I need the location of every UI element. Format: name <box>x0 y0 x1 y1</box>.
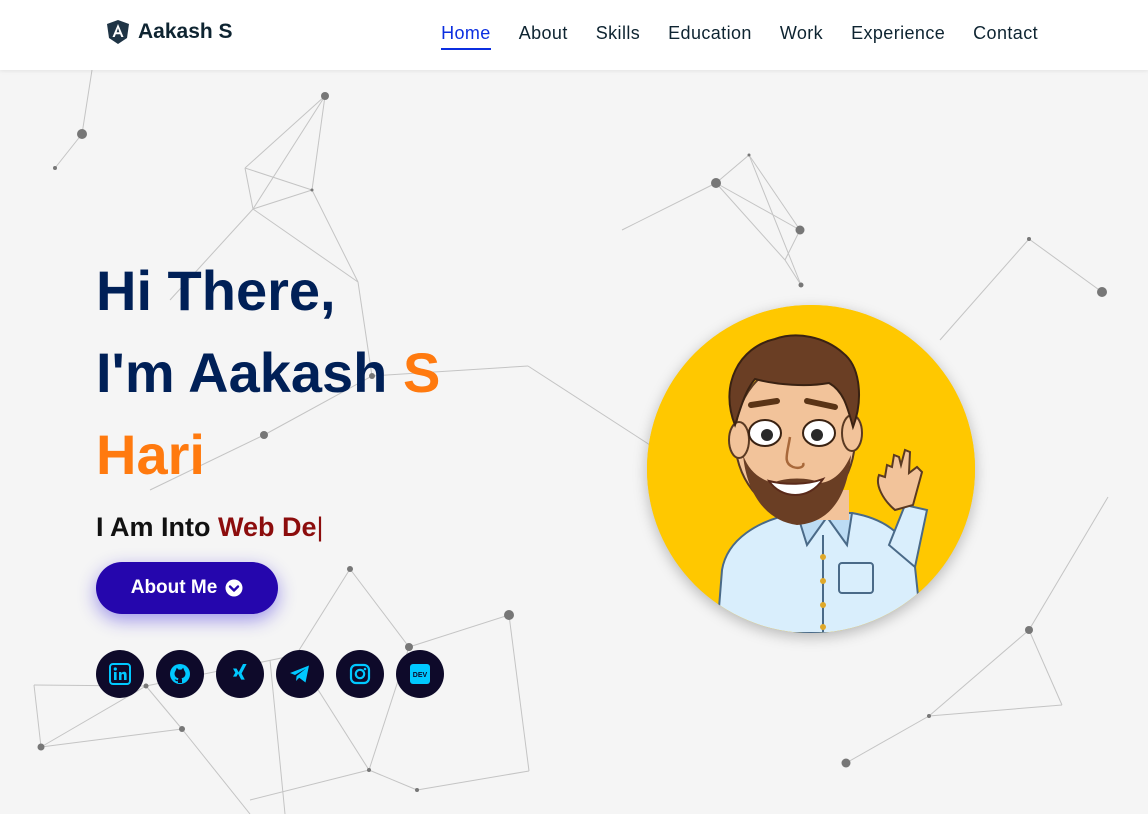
nav-link-work[interactable]: Work <box>780 23 823 50</box>
dev-icon: DEV <box>410 664 430 684</box>
typed-prefix: I Am Into <box>96 512 218 542</box>
brand-name: Aakash S <box>138 20 233 43</box>
arrow-down-circle-icon <box>225 579 243 597</box>
xing-icon <box>233 664 247 680</box>
avatar-image <box>647 305 975 633</box>
angular-icon <box>107 20 129 44</box>
xing-link[interactable] <box>216 650 264 698</box>
linkedin-icon <box>109 663 131 685</box>
github-icon <box>170 664 190 684</box>
typed-cursor: | <box>316 512 324 542</box>
telegram-link[interactable] <box>276 650 324 698</box>
instagram-link[interactable] <box>336 650 384 698</box>
about-me-label: About Me <box>130 577 218 598</box>
hero-intro: I'm Aakash S <box>96 332 440 414</box>
telegram-icon <box>290 665 309 683</box>
linkedin-link[interactable] <box>96 650 144 698</box>
hero-intro-accent: S <box>402 341 441 404</box>
nav-link-experience[interactable]: Experience <box>851 23 945 50</box>
nav-link-home[interactable]: Home <box>441 23 491 50</box>
hero-greeting: Hi There, <box>96 259 336 322</box>
github-link[interactable] <box>156 650 204 698</box>
nav-link-about[interactable]: About <box>519 23 568 50</box>
hero-intro-prefix: I'm Aakash <box>96 341 403 404</box>
typed-word: Web De <box>218 512 317 542</box>
brand-logo[interactable]: Aakash S <box>107 20 233 44</box>
instagram-icon <box>349 663 371 685</box>
typed-text: I Am Into Web De| <box>96 512 440 543</box>
social-links: DEV <box>96 650 444 698</box>
dev-link[interactable]: DEV <box>396 650 444 698</box>
nav-link-skills[interactable]: Skills <box>596 23 640 50</box>
nav-link-contact[interactable]: Contact <box>973 23 1038 50</box>
profile-avatar <box>647 305 975 633</box>
main-nav: Home About Skills Education Work Experie… <box>441 23 1038 50</box>
hero-content: Hi There, I'm Aakash S Hari I Am Into We… <box>96 250 440 543</box>
nav-link-education[interactable]: Education <box>668 23 752 50</box>
navbar: Aakash S Home About Skills Education Wor… <box>0 0 1148 70</box>
about-me-button[interactable]: About Me <box>96 562 278 614</box>
dev-icon-text: DEV <box>413 672 428 679</box>
hero-name-line: Hari <box>96 423 205 486</box>
